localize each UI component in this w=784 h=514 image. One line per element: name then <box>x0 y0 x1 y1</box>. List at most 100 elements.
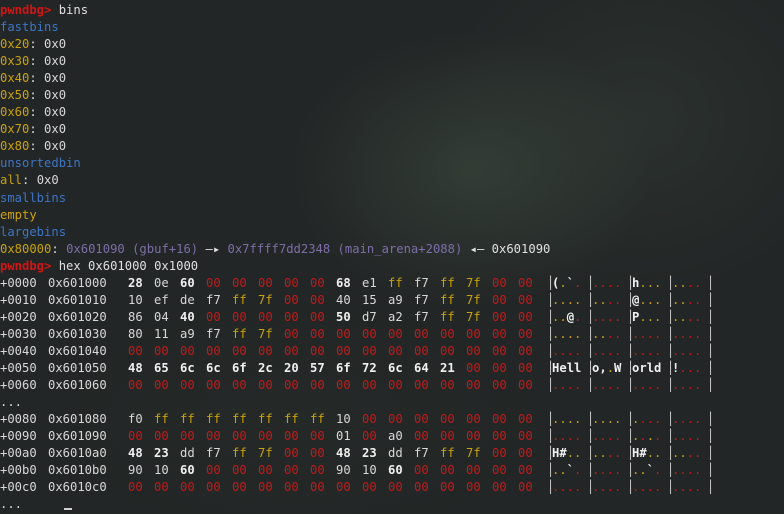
hex-byte: dd <box>388 446 403 461</box>
ascii-group: .... <box>632 378 662 393</box>
hex-byte: 00 <box>492 275 507 290</box>
hex-byte: 64 <box>414 360 429 375</box>
hex-byte: ff <box>232 292 247 307</box>
hex-byte: 40 <box>180 309 195 324</box>
hex-byte: ff <box>440 446 455 461</box>
hex-byte: 80 <box>128 326 143 341</box>
ascii-separator: │ <box>707 463 715 478</box>
ascii-group: .... <box>672 429 702 444</box>
hex-byte: 00 <box>232 480 247 495</box>
ascii-group: Hell <box>552 360 582 375</box>
ascii-group: ..`. <box>552 463 582 478</box>
hex-byte: 00 <box>336 326 351 341</box>
ascii-separator: │ <box>707 326 715 341</box>
bin-value: : 0x0 <box>29 88 67 103</box>
hex-byte: 23 <box>154 446 169 461</box>
hex-byte: 00 <box>206 343 221 358</box>
hex-byte: 00 <box>154 378 169 393</box>
hex-byte: 00 <box>232 275 247 290</box>
ascii-group: @... <box>632 292 662 307</box>
hex-byte: 04 <box>154 309 169 324</box>
hex-byte: 00 <box>310 378 325 393</box>
ascii-separator: │ <box>707 446 715 461</box>
hex-byte: 21 <box>440 360 455 375</box>
hex-byte: 00 <box>310 480 325 495</box>
back-arrow-icon: ◂— <box>462 241 492 256</box>
bin-value: : 0x0 <box>29 54 67 69</box>
row-address: 0x6010b0 <box>48 463 107 478</box>
bin-value: : 0x0 <box>29 105 67 120</box>
hex-byte: 00 <box>518 343 533 358</box>
hex-byte: 00 <box>388 378 403 393</box>
chunk-pointer: 0x7ffff7dd2348 (main_arena+2088) <box>227 241 463 256</box>
hex-byte: 00 <box>232 343 247 358</box>
ascii-separator: │ <box>707 343 715 358</box>
hex-byte: 00 <box>284 480 299 495</box>
bin-entry: 0x30: 0x0 <box>0 53 784 70</box>
ascii-group: .... <box>552 412 582 427</box>
ascii-group: .... <box>632 343 662 358</box>
bin-heading: fastbins <box>0 20 59 35</box>
hex-byte: 50 <box>336 309 351 324</box>
hex-byte: 00 <box>206 378 221 393</box>
hex-byte: 00 <box>466 429 481 444</box>
hexdump-row: +0040 0x601040 00 00 00 00 00 00 00 00 00 00 00 00 00 0… <box>0 343 784 360</box>
hex-byte: 00 <box>440 480 455 495</box>
skip-marker: ... <box>0 497 23 512</box>
hex-byte: 00 <box>258 343 273 358</box>
largebin-entry: 0x80000: 0x601090 (gbuf+16) —▸ 0x7ffff7d… <box>0 241 551 256</box>
hex-byte: 00 <box>414 326 429 341</box>
hex-byte: 00 <box>414 412 429 427</box>
ascii-group: .... <box>592 378 622 393</box>
hexdump-skip: ... <box>0 496 784 513</box>
hex-byte: 01 <box>336 429 351 444</box>
hex-byte: 00 <box>466 343 481 358</box>
ascii-group: .... <box>672 309 702 324</box>
hex-byte: ff <box>440 275 455 290</box>
bin-value: : 0x0 <box>29 122 67 137</box>
hex-byte: 48 <box>128 446 143 461</box>
hex-byte: 00 <box>492 326 507 341</box>
hex-byte: 00 <box>232 309 247 324</box>
hex-byte: 00 <box>492 463 507 478</box>
hex-byte: 10 <box>336 412 351 427</box>
ascii-separator: │ <box>707 275 715 290</box>
row-address: 0x601050 <box>48 360 107 375</box>
hex-byte: 00 <box>518 412 533 427</box>
hex-byte: 00 <box>206 275 221 290</box>
hex-byte: f7 <box>206 446 221 461</box>
row-address: 0x601010 <box>48 292 107 307</box>
hex-byte: 00 <box>466 412 481 427</box>
hex-byte: 00 <box>284 343 299 358</box>
hex-byte: 00 <box>362 326 377 341</box>
bin-heading: unsortedbin <box>0 156 81 171</box>
row-address: 0x6010a0 <box>48 446 107 461</box>
hexdump-row: +0030 0x601030 80 11 a9 f7 ff 7f 00 00 00 00 00 00 00 0… <box>0 326 784 343</box>
row-address: 0x601060 <box>48 378 107 393</box>
ascii-separator: │ <box>707 480 715 495</box>
bin-size: 0x30 <box>0 54 30 69</box>
hex-byte: f7 <box>414 292 429 307</box>
ascii-separator: │ <box>707 429 715 444</box>
bin-heading: largebins <box>0 224 67 239</box>
hex-byte: 48 <box>128 360 143 375</box>
row-address: 0x601000 <box>48 275 107 290</box>
ascii-group: ..`. <box>632 463 662 478</box>
hex-byte: ff <box>284 412 299 427</box>
ascii-separator: │ <box>707 378 715 393</box>
bin-size: 0x20 <box>0 37 30 52</box>
hex-byte: 00 <box>258 275 273 290</box>
chunk-pointer: 0x601090 (gbuf+16) <box>66 241 199 256</box>
hex-byte: ff <box>440 309 455 324</box>
hex-byte: 00 <box>310 463 325 478</box>
hex-byte: 00 <box>492 360 507 375</box>
bin-size: 0x70 <box>0 122 30 137</box>
hex-byte: 6c <box>180 360 195 375</box>
hex-byte: 00 <box>154 343 169 358</box>
hex-byte: 86 <box>128 309 143 324</box>
hex-byte: ff <box>232 446 247 461</box>
ascii-group: orld <box>632 360 662 375</box>
hexdump-row: +0050 0x601050 48 65 6c 6c 6f 2c 20 57 6f 72 6c 64 21 0… <box>0 360 784 377</box>
row-address: 0x601080 <box>48 412 107 427</box>
hex-byte: 00 <box>414 429 429 444</box>
